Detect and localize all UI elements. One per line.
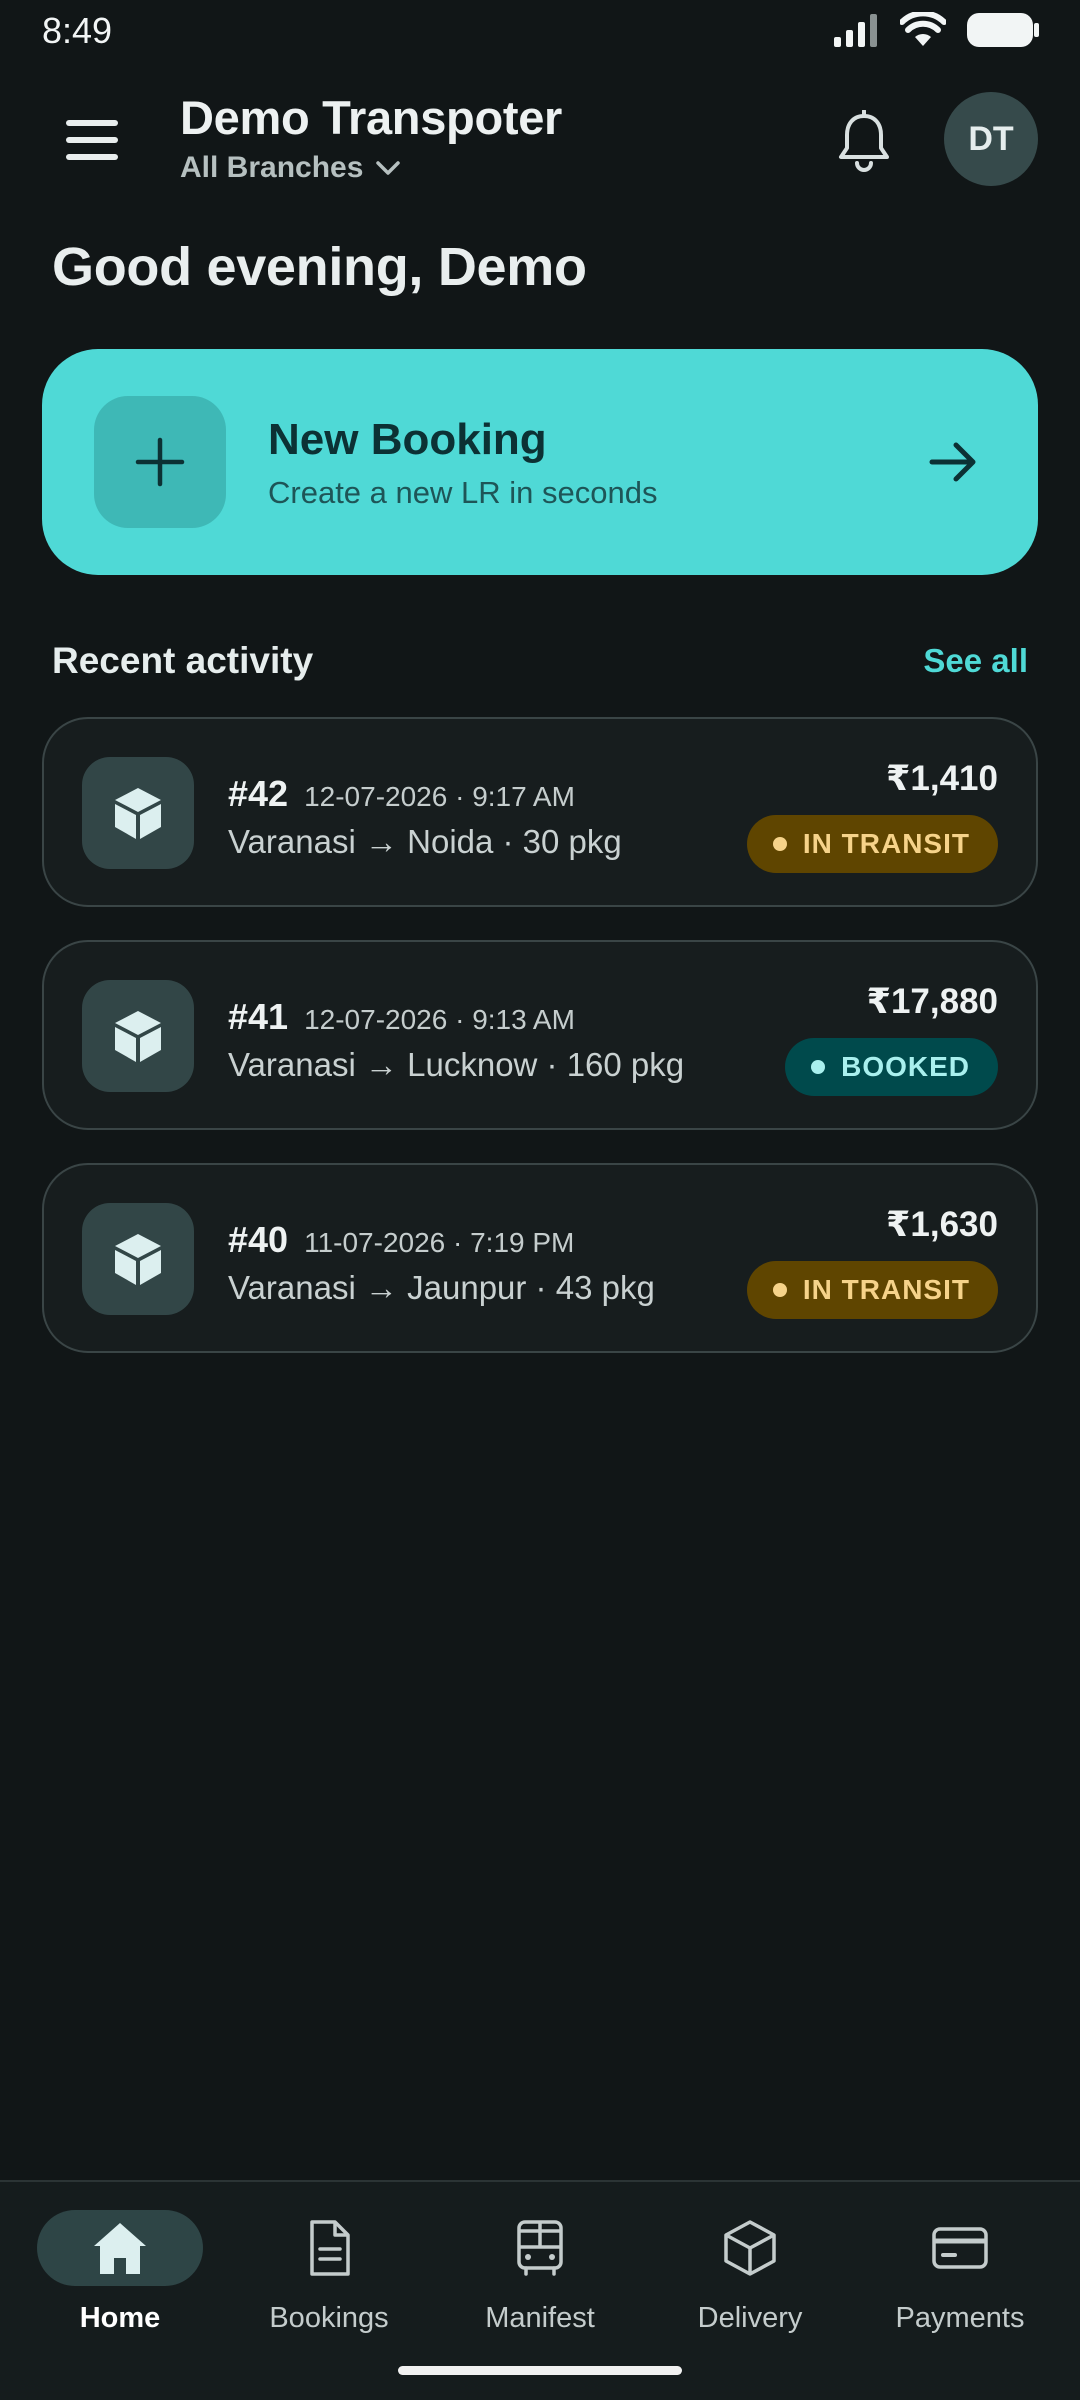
nav-payments[interactable]: Payments: [870, 2210, 1050, 2360]
greeting: Good evening, Demo: [52, 237, 587, 297]
lr-route: Varanasi → Jaunpur · 43 pkg: [228, 1269, 655, 1306]
plus-icon: [135, 437, 185, 487]
lr-route: Varanasi → Lucknow · 160 pkg: [228, 1046, 685, 1083]
home-icon: [94, 2223, 146, 2274]
hamburger-icon: [66, 120, 118, 126]
lr-datetime: 12-07-2026 · 9:13 AM: [304, 1004, 575, 1035]
brand-block: Demo Transpoter All Branches: [180, 90, 562, 185]
status-label: IN TRANSIT: [802, 828, 970, 859]
wifi-icon: [900, 12, 946, 46]
lr-amount: ₹17,880: [866, 982, 998, 1021]
new-booking-title: New Booking: [268, 415, 547, 464]
status-label: IN TRANSIT: [802, 1274, 970, 1305]
nav-delivery-label: Delivery: [697, 2302, 803, 2334]
avatar[interactable]: DT: [944, 92, 1038, 186]
see-all-link[interactable]: See all: [923, 642, 1028, 680]
status-dot: [811, 1060, 826, 1074]
status-icons: [832, 12, 1040, 48]
lr-datetime: 12-07-2026 · 9:17 AM: [304, 781, 575, 812]
lr-route: Varanasi → Noida · 30 pkg: [228, 823, 622, 860]
nav-bookings[interactable]: Bookings: [239, 2210, 419, 2360]
document-icon: [310, 2220, 350, 2276]
nav-bookings-label: Bookings: [269, 2302, 389, 2334]
nav-manifest[interactable]: Manifest: [450, 2210, 630, 2360]
lr-amount: ₹1,410: [886, 759, 998, 798]
card-icon: [932, 2227, 988, 2269]
nav-home-label: Home: [79, 2302, 161, 2334]
package-tile: [82, 980, 194, 1092]
branch-label: All Branches: [180, 151, 364, 184]
activity-card[interactable]: #41 12-07-2026 · 9:13 AM Varanasi → Luck…: [42, 940, 1038, 1130]
new-booking-card[interactable]: New Booking Create a new LR in seconds: [42, 349, 1038, 575]
recent-activity-title: Recent activity: [52, 640, 314, 681]
status-time: 8:49: [42, 10, 113, 51]
status-label: BOOKED: [841, 1051, 970, 1082]
nav-payments-label: Payments: [895, 2302, 1025, 2334]
lr-datetime: 11-07-2026 · 7:19 PM: [304, 1227, 575, 1258]
box-icon: [724, 2220, 776, 2276]
battery-icon: [967, 13, 1039, 47]
package-icon: [115, 788, 161, 839]
app-header: Demo Transpoter All Branches DT: [0, 80, 1080, 200]
signal-icon: [834, 14, 877, 47]
plus-tile: [94, 396, 226, 528]
package-icon: [115, 1011, 161, 1062]
package-tile: [82, 1203, 194, 1315]
package-icon: [115, 1234, 161, 1285]
status-dot: [772, 837, 787, 851]
nav-home[interactable]: Home: [30, 2210, 210, 2360]
home-screen: 8:49 Demo Transpoter All Branches DT Goo…: [0, 0, 1080, 2400]
status-dot: [772, 1283, 787, 1297]
recent-activity-header: Recent activity See all: [52, 640, 1028, 682]
status-bar: 8:49: [0, 0, 1080, 64]
activity-card[interactable]: #42 12-07-2026 · 9:17 AM Varanasi → Noid…: [42, 717, 1038, 907]
company-name: Demo Transpoter: [180, 91, 563, 144]
bus-icon: [517, 2220, 563, 2276]
nav-manifest-label: Manifest: [485, 2302, 595, 2334]
package-tile: [82, 757, 194, 869]
status-badge: BOOKED: [785, 1038, 998, 1096]
lr-number: #40: [228, 1219, 289, 1260]
nav-delivery[interactable]: Delivery: [660, 2210, 840, 2360]
bell-icon: [839, 109, 889, 172]
menu-button[interactable]: [62, 116, 122, 164]
home-indicator[interactable]: [398, 2366, 682, 2375]
status-badge: IN TRANSIT: [746, 1261, 998, 1319]
avatar-initials: DT: [968, 119, 1014, 158]
notifications-button[interactable]: [834, 109, 894, 174]
activity-card[interactable]: #40 11-07-2026 · 7:19 PM Varanasi → Jaun…: [42, 1163, 1038, 1353]
chevron-down-icon: [376, 161, 401, 175]
branch-selector[interactable]: All Branches: [180, 151, 562, 185]
status-badge: IN TRANSIT: [746, 815, 998, 873]
new-booking-subtitle: Create a new LR in seconds: [268, 475, 658, 510]
lr-number: #42: [228, 773, 289, 814]
arrow-right-icon: [929, 442, 976, 482]
lr-amount: ₹1,630: [886, 1205, 998, 1244]
activity-list: #42 12-07-2026 · 9:17 AM Varanasi → Noid…: [42, 717, 1038, 1386]
lr-number: #41: [228, 996, 289, 1037]
